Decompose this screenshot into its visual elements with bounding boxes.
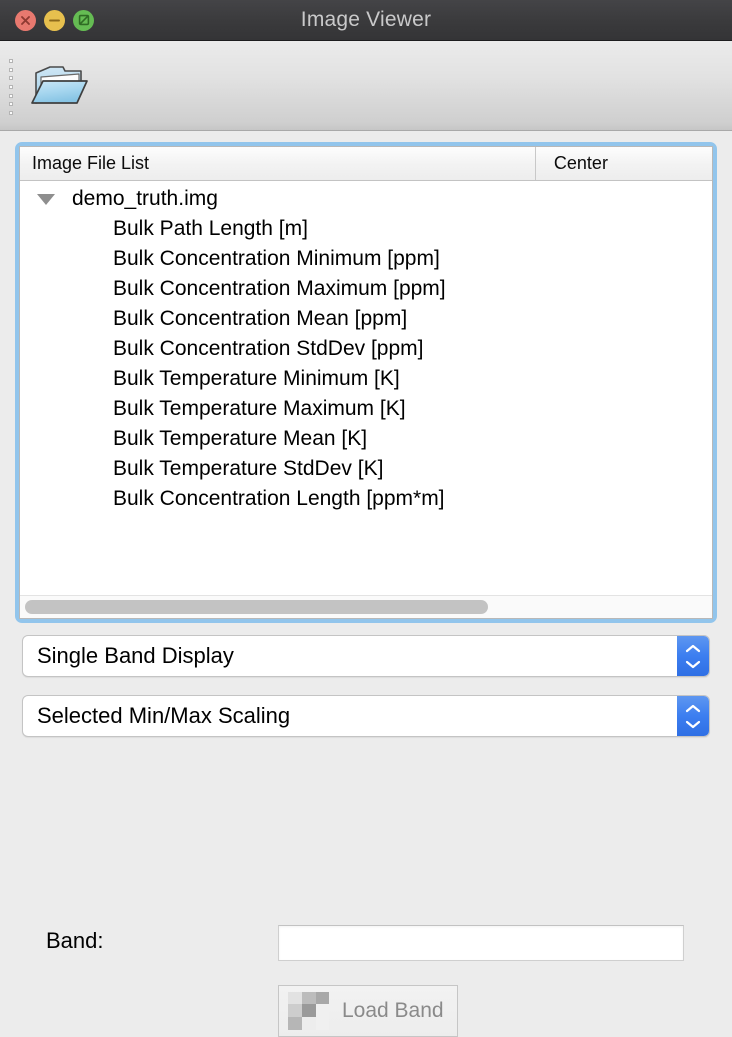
display-mode-dropdown[interactable]: Single Band Display <box>22 635 710 677</box>
image-file-list[interactable]: Image File List Center demo_truth.img Bu… <box>19 146 713 619</box>
zoom-icon <box>78 14 89 26</box>
band-name: Bulk Concentration StdDev [ppm] <box>113 337 424 360</box>
minimize-icon <box>49 19 60 21</box>
tree-item-root-label: demo_truth.img <box>72 187 218 210</box>
window-title: Image Viewer <box>300 8 432 31</box>
close-button[interactable] <box>15 9 36 31</box>
toolbar-grip-handle[interactable] <box>9 59 17 115</box>
scrollbar-thumb[interactable] <box>25 600 488 614</box>
band-name: Bulk Concentration Mean [ppm] <box>113 307 408 330</box>
band-input[interactable] <box>278 925 684 961</box>
band-name: Bulk Concentration Minimum [ppm] <box>113 247 440 270</box>
list-item[interactable]: Bulk Concentration Maximum [ppm] <box>20 274 712 304</box>
image-file-list-panel: Image File List Center demo_truth.img Bu… <box>15 142 717 623</box>
list-item[interactable]: Bulk Temperature Mean [K] <box>20 424 712 454</box>
list-item[interactable]: Bulk Concentration Length [ppm*m] <box>20 484 712 514</box>
window-body: Image File List Center demo_truth.img Bu… <box>0 131 732 1037</box>
window-controls <box>0 9 94 31</box>
list-item[interactable]: Bulk Concentration Minimum [ppm] <box>20 244 712 274</box>
zoom-button[interactable] <box>73 9 94 31</box>
load-band-label: Load Band <box>342 999 444 1022</box>
list-item[interactable]: Bulk Concentration Mean [ppm] <box>20 304 712 334</box>
band-name: Bulk Concentration Maximum [ppm] <box>113 277 446 300</box>
chevron-down-icon <box>685 720 701 728</box>
list-item[interactable]: Bulk Path Length [m] <box>20 214 712 244</box>
triangle-down-icon[interactable] <box>37 193 55 205</box>
scaling-mode-value: Selected Min/Max Scaling <box>37 703 291 728</box>
open-file-button[interactable] <box>27 55 93 115</box>
scaling-mode-dropdown[interactable]: Selected Min/Max Scaling <box>22 695 710 737</box>
minimize-button[interactable] <box>44 9 65 31</box>
list-item[interactable]: Bulk Temperature StdDev [K] <box>20 454 712 484</box>
list-rows: demo_truth.img Bulk Path Length [m] Bulk… <box>20 181 712 595</box>
column-header-center[interactable]: Center <box>534 147 712 180</box>
band-name: Bulk Temperature Minimum [K] <box>113 367 400 390</box>
band-name: Bulk Temperature Mean [K] <box>113 427 368 450</box>
chevron-down-icon <box>685 660 701 668</box>
chevron-up-down-icon[interactable] <box>677 636 709 676</box>
list-column-headers: Image File List Center <box>20 147 712 181</box>
toolbar <box>0 41 732 131</box>
window-titlebar: Image Viewer <box>0 0 732 41</box>
list-item[interactable]: Bulk Temperature Maximum [K] <box>20 394 712 424</box>
close-icon <box>21 15 30 25</box>
band-name: Bulk Temperature Maximum [K] <box>113 397 406 420</box>
display-mode-value: Single Band Display <box>37 643 234 668</box>
band-name: Bulk Temperature StdDev [K] <box>113 457 384 480</box>
open-folder-icon <box>31 66 88 104</box>
pixel-blocks-icon <box>288 992 329 1030</box>
tree-item-root[interactable]: demo_truth.img <box>20 184 712 214</box>
list-item[interactable]: Bulk Temperature Minimum [K] <box>20 364 712 394</box>
column-header-image-file-list[interactable]: Image File List <box>20 147 535 180</box>
band-name: Bulk Path Length [m] <box>113 217 308 240</box>
list-item[interactable]: Bulk Concentration StdDev [ppm] <box>20 334 712 364</box>
list-horizontal-scrollbar[interactable] <box>20 595 712 618</box>
load-band-button[interactable]: Load Band <box>278 985 458 1037</box>
band-label: Band: <box>46 928 104 953</box>
chevron-up-icon <box>685 704 701 712</box>
band-name: Bulk Concentration Length [ppm*m] <box>113 487 445 510</box>
chevron-up-icon <box>685 644 701 652</box>
chevron-up-down-icon[interactable] <box>677 696 709 736</box>
